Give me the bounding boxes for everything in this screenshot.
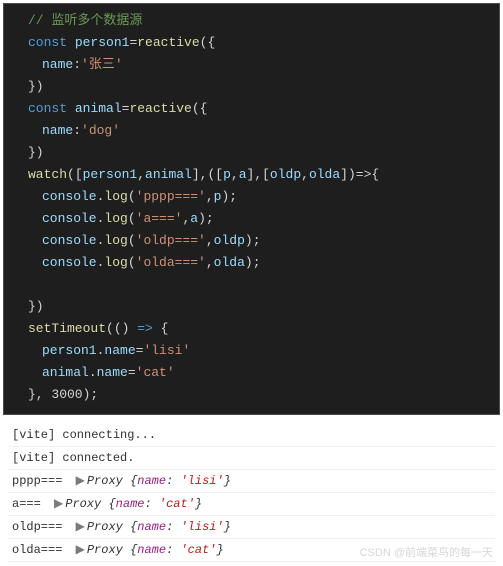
code-line: console.log('oldp===',oldp); [14,230,493,252]
code-line: // 监听多个数据源 [14,10,493,32]
expand-icon[interactable]: ▶ [76,474,85,488]
code-line: console.log('olda===',olda); [14,252,493,274]
code-line: animal.name='cat' [14,362,493,384]
code-line: }, 3000); [14,384,493,406]
code-editor: // 监听多个数据源 const person1=reactive({ name… [3,3,500,415]
console-row: [vite] connecting... [8,424,495,447]
code-line: name:'dog' [14,120,493,142]
code-line: }) [14,142,493,164]
code-line: const animal=reactive({ [14,98,493,120]
console-row: oldp=== ▶Proxy {name: 'lisi'} [8,516,495,539]
code-line: setTimeout(() => { [14,318,493,340]
code-line: const person1=reactive({ [14,32,493,54]
code-line: console.log('a===',a); [14,208,493,230]
console-row: a=== ▶Proxy {name: 'cat'} [8,493,495,516]
code-line: console.log('pppp===',p); [14,186,493,208]
expand-icon[interactable]: ▶ [76,543,85,557]
blank-line [14,274,493,296]
code-line: }) [14,296,493,318]
console-row: [vite] connected. [8,447,495,470]
comment: // 监听多个数据源 [28,13,142,28]
code-line: watch([person1,animal],([p,a],[oldp,olda… [14,164,493,186]
code-line: }) [14,76,493,98]
code-line: person1.name='lisi' [14,340,493,362]
console-output: [vite] connecting... [vite] connected. p… [0,418,503,566]
console-row: pppp=== ▶Proxy {name: 'lisi'} [8,470,495,493]
expand-icon[interactable]: ▶ [76,520,85,534]
code-line: name:'张三' [14,54,493,76]
watermark: CSDN @前端菜鸟的每一天 [360,543,493,563]
expand-icon[interactable]: ▶ [54,497,63,511]
